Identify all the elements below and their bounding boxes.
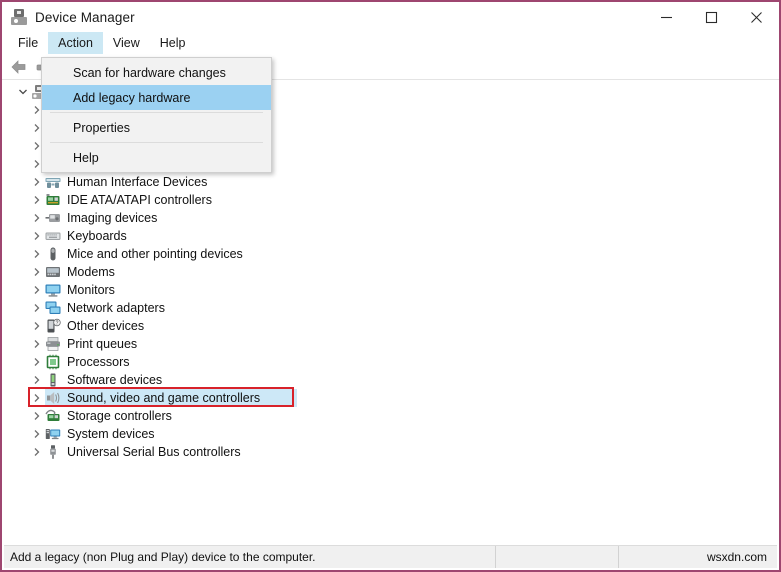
chevron-right-icon[interactable] <box>29 246 45 262</box>
chevron-down-icon[interactable] <box>15 84 31 100</box>
tree-item-label: Imaging devices <box>67 210 157 226</box>
action-menu[interactable]: Scan for hardware changes Add legacy har… <box>41 57 272 173</box>
status-bar: Add a legacy (non Plug and Play) device … <box>4 545 777 568</box>
tree-item-mice-and-other-pointing-devices[interactable]: Mice and other pointing devices <box>11 245 770 263</box>
chevron-right-icon[interactable] <box>29 354 45 370</box>
modem-icon <box>45 264 61 280</box>
menubar-item-help[interactable]: Help <box>150 32 196 54</box>
menu-item-properties[interactable]: Properties <box>42 115 271 140</box>
menu-separator <box>50 112 263 113</box>
tree-item-label: System devices <box>67 426 155 442</box>
imaging-device-icon <box>45 210 61 226</box>
chevron-right-icon[interactable] <box>29 174 45 190</box>
tree-item-human-interface-devices[interactable]: Human Interface Devices <box>11 173 770 191</box>
other-device-icon: ? <box>45 318 61 334</box>
printer-icon <box>45 336 61 352</box>
chevron-right-icon[interactable] <box>29 192 45 208</box>
tree-item-print-queues[interactable]: Print queues <box>11 335 770 353</box>
chevron-right-icon[interactable] <box>29 300 45 316</box>
tree-item-label: Sound, video and game controllers <box>67 390 260 406</box>
chevron-right-icon[interactable] <box>29 336 45 352</box>
tree-item-label: Other devices <box>67 318 144 334</box>
tree-item-label: Software devices <box>67 372 162 388</box>
chevron-right-icon[interactable] <box>29 210 45 226</box>
tree-item-other-devices[interactable]: ? Other devices <box>11 317 770 335</box>
tree-item-network-adapters[interactable]: Network adapters <box>11 299 770 317</box>
chevron-right-icon[interactable] <box>29 390 45 406</box>
menu-separator <box>50 142 263 143</box>
mouse-icon <box>45 246 61 262</box>
menubar-item-file[interactable]: File <box>8 32 48 54</box>
software-device-icon <box>45 372 61 388</box>
network-adapter-icon <box>45 300 61 316</box>
tree-item-monitors[interactable]: Monitors <box>11 281 770 299</box>
chevron-right-icon[interactable] <box>29 426 45 442</box>
device-manager-icon <box>11 9 27 25</box>
menu-item-help[interactable]: Help <box>42 145 271 170</box>
menu-item-scan-for-hardware-changes[interactable]: Scan for hardware changes <box>42 60 271 85</box>
chevron-right-icon[interactable] <box>29 318 45 334</box>
tree-item-label: Modems <box>67 264 115 280</box>
tree-item-label: Universal Serial Bus controllers <box>67 444 241 460</box>
sound-controller-icon <box>45 390 61 406</box>
tree-item-imaging-devices[interactable]: Imaging devices <box>11 209 770 227</box>
window-controls <box>644 2 779 32</box>
back-button[interactable] <box>7 56 31 78</box>
tree-item-universal-serial-bus-controllers[interactable]: Universal Serial Bus controllers <box>11 443 770 461</box>
menu-item-add-legacy-hardware[interactable]: Add legacy hardware <box>42 85 271 110</box>
menubar-item-view[interactable]: View <box>103 32 150 54</box>
hid-icon <box>45 174 61 190</box>
close-button[interactable] <box>734 2 779 32</box>
tree-item-software-devices[interactable]: Software devices <box>11 371 770 389</box>
chevron-right-icon[interactable] <box>29 228 45 244</box>
tree-item-label: Monitors <box>67 282 115 298</box>
status-middle-panel <box>496 546 619 568</box>
tree-item-storage-controllers[interactable]: Storage controllers <box>11 407 770 425</box>
tree-item-label: IDE ATA/ATAPI controllers <box>67 192 212 208</box>
tree-item-label: Mice and other pointing devices <box>67 246 243 262</box>
tree-item-ide-ata-atapi-controllers[interactable]: IDE ATA/ATAPI controllers <box>11 191 770 209</box>
tree-item-modems[interactable]: Modems <box>11 263 770 281</box>
storage-controller-icon <box>45 408 61 424</box>
menubar-item-action[interactable]: Action <box>48 32 103 54</box>
chevron-right-icon[interactable] <box>29 408 45 424</box>
menu-bar: File Action View Help <box>2 32 779 54</box>
watermark: wsxdn.com <box>619 546 777 568</box>
chevron-right-icon[interactable] <box>29 444 45 460</box>
svg-text:?: ? <box>56 320 59 326</box>
device-manager-window: Device Manager File Action View Help <box>0 0 781 572</box>
title-bar: Device Manager <box>2 2 779 32</box>
keyboard-icon <box>45 228 61 244</box>
tree-item-label: Keyboards <box>67 228 127 244</box>
chevron-right-icon[interactable] <box>29 372 45 388</box>
tree-item-label: Print queues <box>67 336 137 352</box>
tree-item-label: Human Interface Devices <box>67 174 207 190</box>
processor-icon <box>45 354 61 370</box>
system-device-icon <box>45 426 61 442</box>
maximize-button[interactable] <box>689 2 734 32</box>
monitor-icon <box>45 282 61 298</box>
usb-controller-icon <box>45 444 61 460</box>
status-message: Add a legacy (non Plug and Play) device … <box>4 546 496 568</box>
page-title: Device Manager <box>35 10 135 25</box>
chevron-right-icon[interactable] <box>29 282 45 298</box>
tree-item-label: Network adapters <box>67 300 165 316</box>
tree-item-system-devices[interactable]: System devices <box>11 425 770 443</box>
tree-item-processors[interactable]: Processors <box>11 353 770 371</box>
tree-item-label: Processors <box>67 354 130 370</box>
tree-item-label: Storage controllers <box>67 408 172 424</box>
tree-item-keyboards[interactable]: Keyboards <box>11 227 770 245</box>
minimize-button[interactable] <box>644 2 689 32</box>
chevron-right-icon[interactable] <box>29 264 45 280</box>
ide-controller-icon <box>45 192 61 208</box>
tree-item-sound-video-and-game-controllers[interactable]: Sound, video and game controllers <box>11 389 770 407</box>
